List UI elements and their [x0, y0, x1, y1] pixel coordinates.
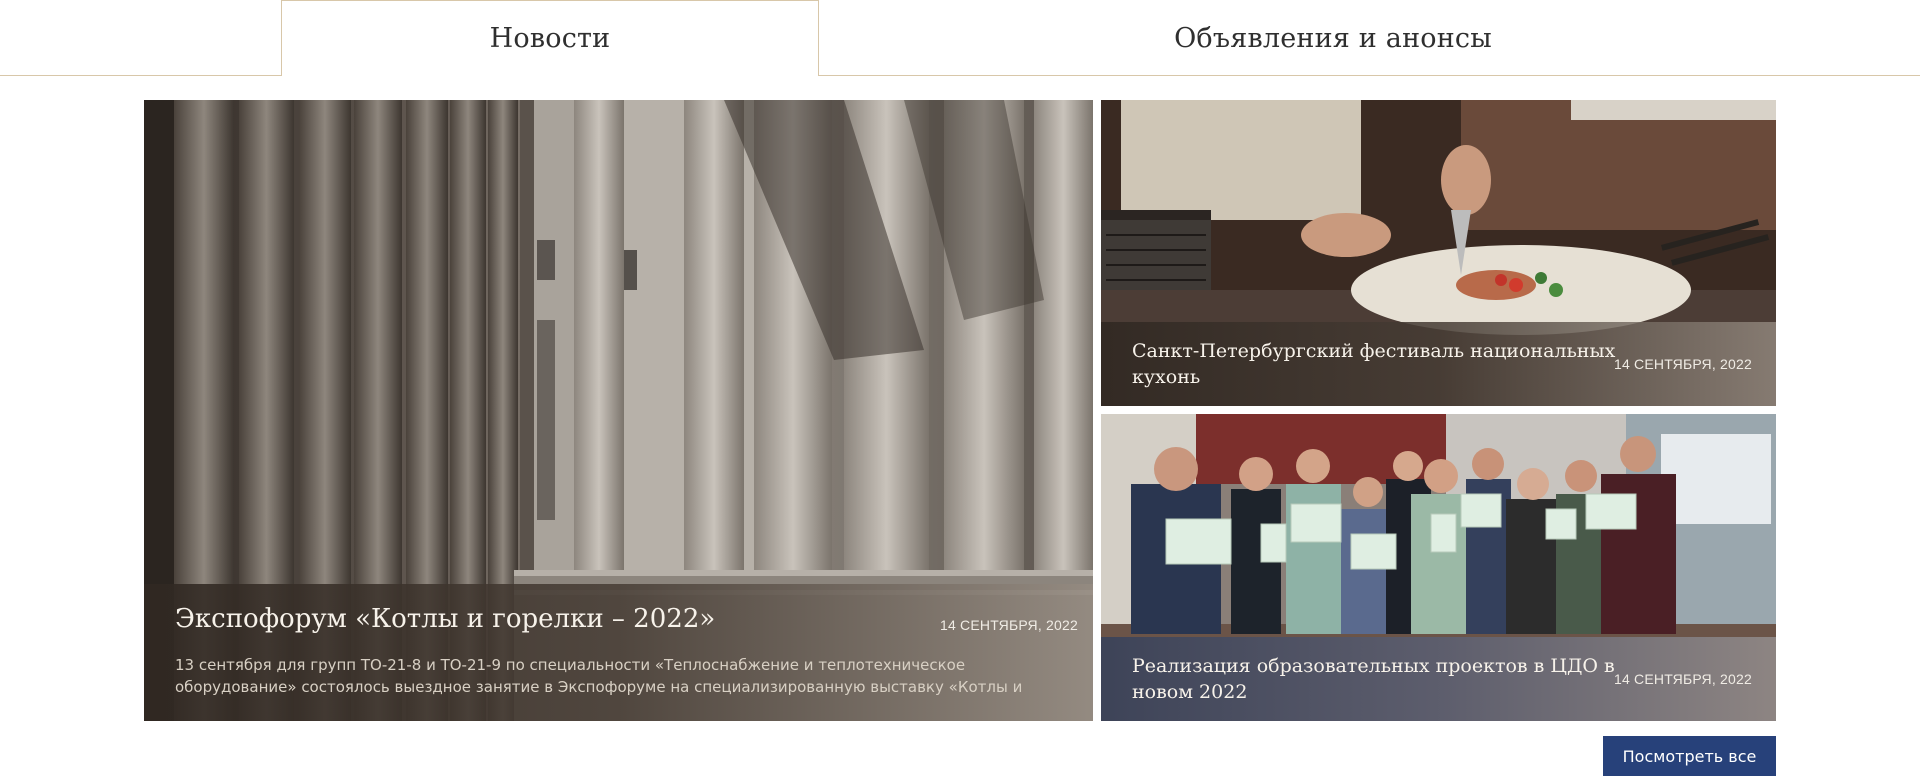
card-caption: Реализация образовательных проектов в ЦД… — [1101, 637, 1776, 721]
card-date: 14 СЕНТЯБРЯ, 2022 — [1613, 356, 1752, 372]
card-date: 14 СЕНТЯБРЯ, 2022 — [939, 617, 1078, 633]
tab-divider-left — [0, 75, 282, 76]
card-caption: Экспофорум «Котлы и горелки – 2022» 14 С… — [144, 584, 1093, 721]
news-card-food-festival[interactable]: Санкт-Петербургский фестиваль национальн… — [1101, 100, 1776, 406]
card-caption: Санкт-Петербургский фестиваль национальн… — [1101, 322, 1776, 406]
card-title: Реализация образовательных проектов в ЦД… — [1132, 655, 1615, 703]
news-card-cdo-projects[interactable]: Реализация образовательных проектов в ЦД… — [1101, 414, 1776, 721]
news-card-expoforum[interactable]: Экспофорум «Котлы и горелки – 2022» 14 С… — [144, 100, 1093, 721]
view-all-button[interactable]: Посмотреть все — [1603, 736, 1776, 776]
news-tabs: Новости Объявления и анонсы — [0, 0, 1920, 76]
card-description: 13 сентября для групп ТО-21-8 и ТО-21-9 … — [175, 656, 1023, 696]
card-title: Санкт-Петербургский фестиваль национальн… — [1132, 340, 1616, 388]
card-title: Экспофорум «Котлы и горелки – 2022» — [175, 604, 716, 634]
card-date: 14 СЕНТЯБРЯ, 2022 — [1613, 671, 1752, 687]
tab-news[interactable]: Новости — [281, 0, 819, 76]
tab-announcements[interactable]: Объявления и анонсы — [819, 0, 1847, 76]
